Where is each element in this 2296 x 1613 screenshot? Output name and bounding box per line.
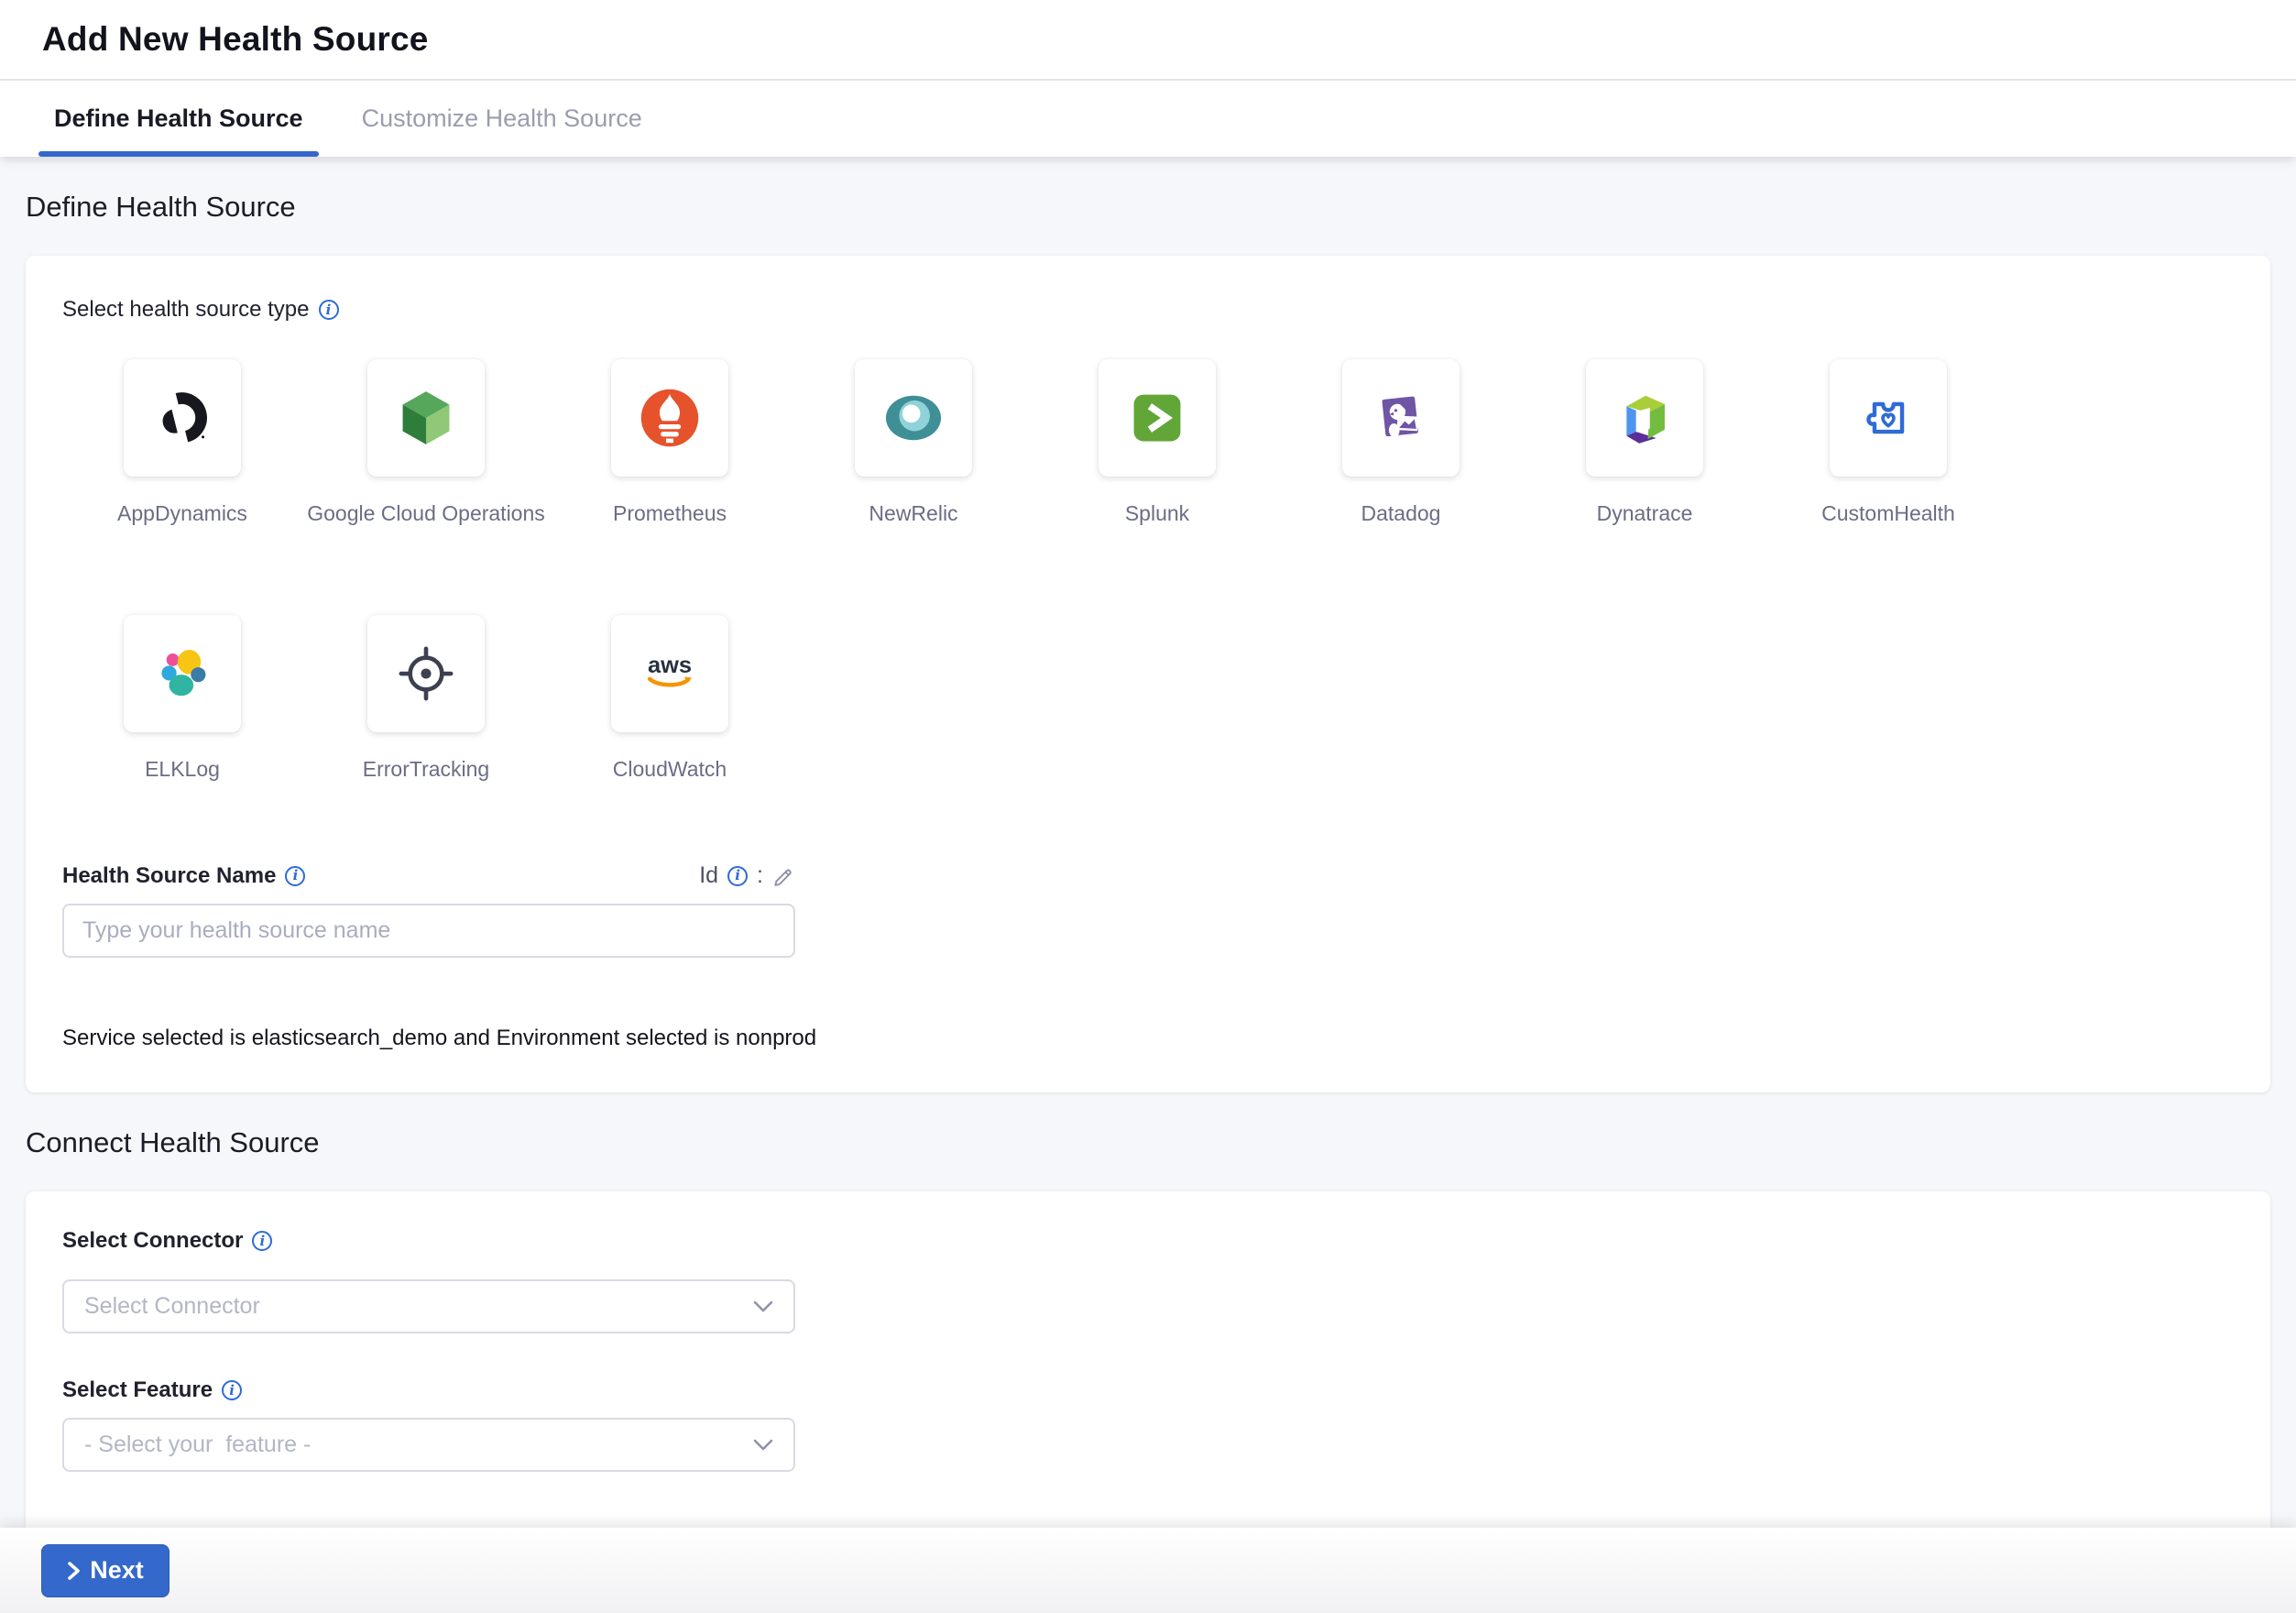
active-tab-indicator [38, 151, 319, 157]
tab-customize-label: Customize Health Source [362, 104, 642, 133]
splunk-card[interactable] [1099, 359, 1216, 477]
svg-text:aws: aws [648, 653, 692, 678]
page-content: Define Health Source Select health sourc… [0, 191, 2296, 1586]
datadog-icon [1367, 384, 1435, 452]
tab-customize-health-source[interactable]: Customize Health Source [346, 81, 658, 157]
id-info-icon[interactable] [727, 866, 748, 886]
elklog-icon [148, 640, 216, 708]
gco-icon [392, 384, 460, 452]
health-source-option-label: NewRelic [869, 500, 957, 526]
next-button[interactable]: Next [41, 1544, 169, 1597]
elklog-card[interactable] [124, 615, 241, 732]
health-source-option-newrelic[interactable]: NewRelic [793, 359, 1033, 526]
service-environment-note: Service selected is elasticsearch_demo a… [62, 1026, 2243, 1050]
select-connector-label: Select Connector [62, 1228, 243, 1254]
page-title: Add New Health Source [42, 20, 429, 59]
connect-health-source-card: Select Connector Select Connector Select… [26, 1191, 2270, 1586]
customhealth-icon [1854, 384, 1922, 452]
health-source-option-label: ELKLog [145, 756, 220, 782]
health-source-name-row: Health Source Name Id : [62, 862, 795, 889]
health-source-option-label: CloudWatch [613, 756, 727, 782]
select-type-label: Select health source type [62, 297, 310, 323]
dynatrace-icon [1611, 384, 1678, 452]
chevron-down-icon [753, 1300, 773, 1313]
edit-id-icon[interactable] [772, 864, 795, 887]
select-type-info-icon[interactable] [319, 300, 339, 320]
health-source-option-label: Google Cloud Operations [307, 500, 545, 526]
health-source-option-datadog[interactable]: Datadog [1281, 359, 1521, 526]
health-source-option-label: AppDynamics [117, 500, 247, 526]
select-feature-info-icon[interactable] [222, 1380, 242, 1400]
health-source-name-input[interactable] [62, 904, 795, 958]
newrelic-icon [880, 384, 947, 452]
id-colon: : [757, 862, 763, 889]
health-source-option-appdynamics[interactable]: AppDynamics [62, 359, 302, 526]
appdynamics-icon [148, 384, 216, 452]
dynatrace-card[interactable] [1586, 359, 1703, 477]
health-source-option-dynatrace[interactable]: Dynatrace [1525, 359, 1765, 526]
prometheus-icon [636, 384, 704, 452]
customhealth-card[interactable] [1830, 359, 1947, 477]
newrelic-card[interactable] [855, 359, 972, 477]
select-connector-info-icon[interactable] [252, 1231, 272, 1251]
health-source-option-customhealth[interactable]: CustomHealth [1768, 359, 2008, 526]
gco-card[interactable] [367, 359, 485, 477]
health-source-option-elklog[interactable]: ELKLog [62, 615, 302, 782]
tab-bar: Define Health Source Customize Health So… [0, 81, 2296, 157]
datadog-card[interactable] [1342, 359, 1460, 477]
health-source-option-label: CustomHealth [1821, 500, 1955, 526]
splunk-icon [1123, 384, 1191, 452]
errortracking-card[interactable] [367, 615, 485, 732]
health-source-option-label: Dynatrace [1597, 500, 1693, 526]
id-group: Id : [699, 862, 795, 889]
prometheus-card[interactable] [611, 359, 728, 477]
define-section-heading: Define Health Source [26, 191, 2270, 223]
feature-select-placeholder: - Select your feature - [84, 1432, 311, 1458]
feature-select[interactable]: - Select your feature - [62, 1418, 795, 1472]
tab-define-health-source[interactable]: Define Health Source [38, 81, 319, 157]
define-health-source-card: Select health source type AppDynamics Go… [26, 256, 2270, 1092]
cloudwatch-icon: aws [636, 640, 704, 708]
health-source-option-splunk[interactable]: Splunk [1037, 359, 1277, 526]
chevron-down-icon [753, 1439, 773, 1452]
health-source-option-errortracking[interactable]: ErrorTracking [306, 615, 546, 782]
tab-define-label: Define Health Source [54, 104, 303, 133]
page-header: Add New Health Source [0, 0, 2296, 81]
footer-bar: Next [0, 1528, 2296, 1613]
connector-select-placeholder: Select Connector [84, 1293, 260, 1320]
select-feature-label: Select Feature [62, 1377, 213, 1403]
connector-select[interactable]: Select Connector [62, 1279, 795, 1333]
health-source-option-gco[interactable]: Google Cloud Operations [306, 359, 546, 526]
add-health-source-screen: Add New Health Source Define Health Sour… [0, 0, 2296, 1613]
errortracking-icon [392, 640, 460, 708]
health-source-option-label: Prometheus [613, 500, 727, 526]
health-source-grid: AppDynamics Google Cloud Operations Prom… [62, 359, 2243, 782]
id-label: Id [699, 862, 718, 889]
health-source-name-info-icon[interactable] [285, 866, 305, 886]
health-source-option-label: Datadog [1361, 500, 1441, 526]
next-button-label: Next [90, 1556, 144, 1585]
health-source-option-label: Splunk [1125, 500, 1189, 526]
health-source-option-label: ErrorTracking [363, 756, 489, 782]
chevron-right-icon [67, 1561, 82, 1581]
health-source-option-prometheus[interactable]: Prometheus [550, 359, 790, 526]
health-source-option-cloudwatch[interactable]: aws CloudWatch [550, 615, 790, 782]
cloudwatch-card[interactable]: aws [611, 615, 728, 732]
health-source-name-label: Health Source Name [62, 863, 276, 889]
connect-section-heading: Connect Health Source [26, 1126, 2270, 1158]
appdynamics-card[interactable] [124, 359, 241, 477]
